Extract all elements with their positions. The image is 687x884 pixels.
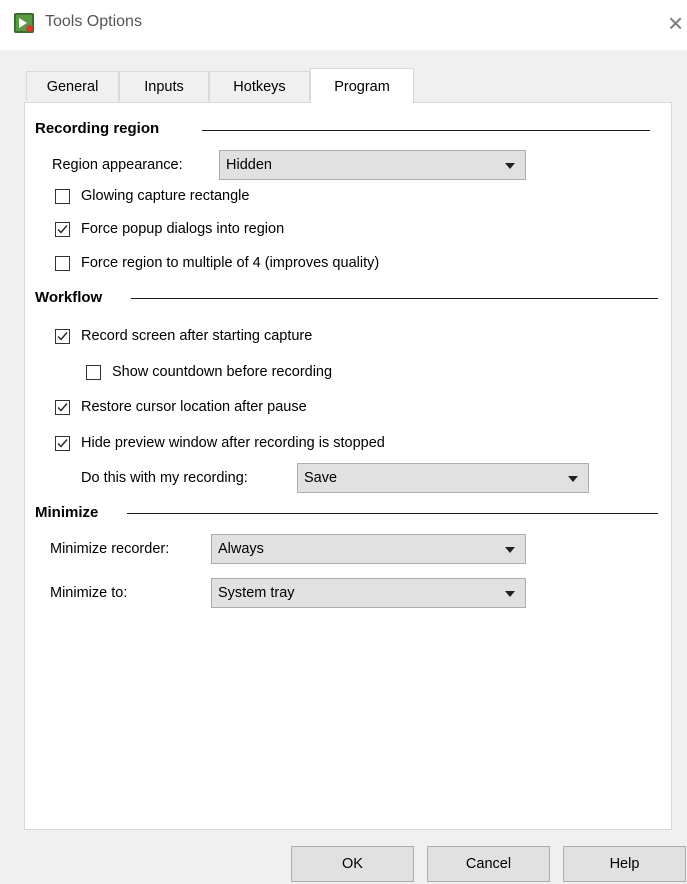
recording-action-value: Save [304, 470, 338, 486]
window-title: Tools Options [45, 13, 142, 30]
tab-program[interactable]: Program [310, 68, 414, 103]
force-region-multiple-4-checkbox[interactable] [55, 256, 70, 271]
minimize-to-value: System tray [218, 585, 295, 601]
checkmark-icon [57, 332, 68, 341]
help-button[interactable]: Help [563, 846, 686, 882]
glowing-capture-rectangle-checkbox[interactable] [55, 189, 70, 204]
restore-cursor-checkbox[interactable] [55, 400, 70, 415]
record-after-start-label[interactable]: Record screen after starting capture [81, 328, 312, 344]
checkmark-icon [57, 439, 68, 448]
section-divider [131, 298, 658, 299]
recording-action-select[interactable]: Save [297, 463, 589, 493]
region-appearance-label: Region appearance: [52, 157, 183, 173]
app-icon [14, 13, 34, 33]
tab-inputs[interactable]: Inputs [119, 71, 209, 101]
section-heading-minimize: Minimize [35, 504, 99, 521]
record-after-start-checkbox[interactable] [55, 329, 70, 344]
close-icon[interactable]: × [668, 8, 683, 38]
section-heading-workflow: Workflow [35, 289, 103, 306]
minimize-recorder-label: Minimize recorder: [50, 541, 170, 557]
checkmark-icon [57, 403, 68, 412]
chevron-down-icon [505, 163, 515, 169]
cancel-button[interactable]: Cancel [427, 846, 550, 882]
minimize-to-label: Minimize to: [50, 585, 128, 601]
section-divider [202, 130, 650, 131]
tab-hotkeys[interactable]: Hotkeys [209, 71, 310, 101]
chevron-down-icon [568, 476, 578, 482]
minimize-recorder-value: Always [218, 541, 264, 557]
ok-button[interactable]: OK [291, 846, 414, 882]
force-popup-dialogs-checkbox[interactable] [55, 222, 70, 237]
minimize-to-select[interactable]: System tray [211, 578, 526, 608]
force-region-multiple-4-label[interactable]: Force region to multiple of 4 (improves … [81, 255, 379, 271]
force-popup-dialogs-label[interactable]: Force popup dialogs into region [81, 221, 284, 237]
tab-general[interactable]: General [26, 71, 119, 101]
checkmark-icon [57, 225, 68, 234]
glowing-capture-rectangle-label[interactable]: Glowing capture rectangle [81, 188, 249, 204]
chevron-down-icon [505, 547, 515, 553]
hide-preview-checkbox[interactable] [55, 436, 70, 451]
section-heading-recording-region: Recording region [35, 120, 160, 137]
region-appearance-value: Hidden [226, 157, 272, 173]
restore-cursor-label[interactable]: Restore cursor location after pause [81, 399, 307, 415]
minimize-recorder-select[interactable]: Always [211, 534, 526, 564]
show-countdown-checkbox[interactable] [86, 365, 101, 380]
title-bar: Tools Options × [0, 0, 687, 50]
recording-action-label: Do this with my recording: [81, 470, 248, 486]
show-countdown-label[interactable]: Show countdown before recording [112, 364, 332, 380]
hide-preview-label[interactable]: Hide preview window after recording is s… [81, 435, 385, 451]
chevron-down-icon [505, 591, 515, 597]
region-appearance-select[interactable]: Hidden [219, 150, 526, 180]
section-divider [127, 513, 658, 514]
